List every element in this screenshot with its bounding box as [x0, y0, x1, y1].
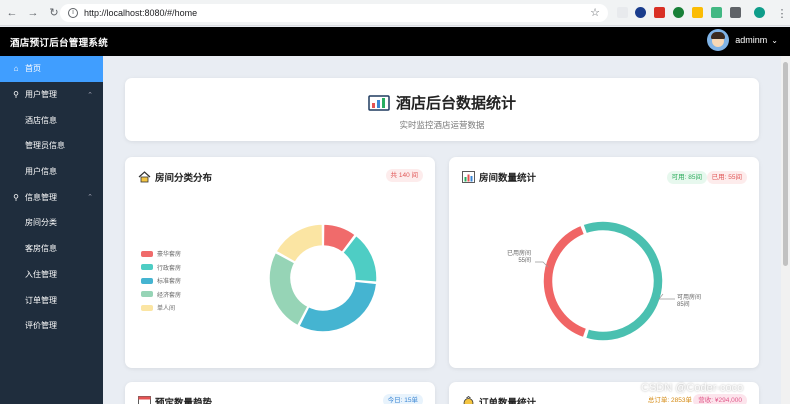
panel-title: 预定数量趋势 — [138, 395, 212, 404]
sidebar-item[interactable]: 评价管理 — [0, 313, 103, 339]
chart-icon — [138, 396, 151, 404]
hero-title-text: 酒店后台数据统计 — [395, 95, 516, 112]
sidebar-item-label: 评价管理 — [25, 321, 57, 331]
chart-board-icon — [368, 94, 390, 111]
username[interactable]: adminm — [735, 35, 767, 45]
main-content: 酒店后台数据统计 实时监控酒店运营数据 房间分类分布 共 140 间 豪华套房行… — [103, 56, 781, 404]
extension-icon[interactable] — [692, 7, 703, 18]
room-type-panel: 房间分类分布 共 140 间 豪华套房 行政套房 标准套房 经济套房 单人间 — [125, 157, 435, 368]
sidebar-item[interactable]: 订单管理 — [0, 287, 103, 313]
extension-icon[interactable] — [617, 7, 628, 18]
browser-toolbar: ← → ↻ i http://localhost:8080/#/home ☆ ⋮ — [0, 0, 790, 26]
donut-slice[interactable] — [297, 280, 378, 333]
panel-title: 订单数量统计 — [462, 395, 536, 404]
donut-slice[interactable] — [542, 224, 588, 339]
url-text: http://localhost:8080/#/home — [84, 8, 198, 18]
sidebar-item[interactable]: ⚲ 信息管理 ⌃ — [0, 184, 103, 210]
sidebar-item[interactable]: 客房信息 — [0, 236, 103, 262]
user-menu[interactable]: adminm ⌄ — [707, 29, 778, 51]
back-icon[interactable]: ← — [3, 4, 21, 22]
bookmark-star-icon[interactable]: ☆ — [590, 6, 600, 19]
sidebar-item[interactable]: 房间分类 — [0, 210, 103, 236]
money-bag-icon — [463, 396, 474, 404]
total-orders-badge: 总订单: 2853单 — [647, 397, 692, 404]
sidebar-item-label: 客房信息 — [25, 244, 57, 254]
avatar[interactable] — [707, 29, 730, 51]
extension-icon[interactable] — [635, 7, 646, 18]
sidebar-item-label: 管理员信息 — [25, 141, 65, 151]
sidebar-item[interactable]: 入住管理 — [0, 262, 103, 288]
watermark: CSDN @Coder-coco — [641, 382, 744, 394]
home-icon: ⌂ — [13, 64, 19, 74]
app-header: 酒店预订后台管理系统 adminm ⌄ — [0, 27, 790, 56]
extension-icon[interactable] — [711, 7, 722, 18]
today-orders-badge: 今日: 15单 — [382, 394, 423, 404]
sidebar-item-label: 首页 — [25, 64, 41, 74]
sidebar-item-label: 订单管理 — [25, 295, 57, 305]
site-info-icon[interactable]: i — [68, 8, 78, 18]
sidebar: ⌂ 首页 ⚲ 用户管理 ⌃ 酒店信息管理员信息用户信息 ⚲ 信息管理 ⌃ 房间分类客房信息入住管理… — [0, 56, 103, 404]
extension-icon[interactable] — [673, 7, 684, 18]
donut-slice[interactable] — [581, 220, 664, 342]
hero-subtitle: 实时监控酒店运营数据 — [399, 120, 485, 130]
sidebar-item[interactable]: ⌂ 首页 — [0, 56, 103, 82]
scrollbar-thumb[interactable] — [783, 62, 788, 266]
user-icon: ⚲ — [13, 90, 19, 100]
booking-trend-panel: 预定数量趋势 今日: 15单 — [125, 382, 435, 404]
browser-menu-icon[interactable]: ⋮ — [773, 4, 790, 22]
sidebar-item-label: 用户信息 — [25, 167, 57, 177]
sidebar-item-label: 入住管理 — [25, 269, 57, 279]
room-type-donut-chart — [268, 223, 378, 333]
room-count-panel: 房间数量统计 可用: 85间 已用: 55间 已用房间 55间 可用房间 85间 — [449, 157, 759, 368]
user-icon: ⚲ — [13, 192, 19, 202]
sidebar-item[interactable]: 用户信息 — [0, 159, 103, 185]
address-bar[interactable]: i http://localhost:8080/#/home ☆ — [60, 4, 608, 22]
sidebar-item-label: 用户管理 — [25, 90, 57, 100]
revenue-badge: 营收: ¥294,000 — [693, 394, 747, 404]
sidebar-item-label: 酒店信息 — [25, 115, 57, 125]
extensions-puzzle-icon[interactable] — [730, 7, 741, 18]
profile-icon[interactable] — [754, 7, 765, 18]
forward-icon[interactable]: → — [24, 4, 42, 22]
hero-card: 酒店后台数据统计 实时监控酒店运营数据 — [125, 78, 759, 141]
chevron-up-icon: ⌃ — [87, 194, 93, 202]
chevron-up-icon: ⌃ — [87, 91, 93, 99]
sidebar-item[interactable]: 酒店信息 — [0, 107, 103, 133]
donut-slice[interactable] — [268, 251, 310, 327]
sidebar-item-label: 信息管理 — [25, 192, 57, 202]
available-rooms-label: 可用房间 85间 — [677, 295, 702, 308]
app-title: 酒店预订后台管理系统 — [10, 37, 109, 49]
extension-icon[interactable] — [654, 7, 665, 18]
used-rooms-label: 已用房间 55间 — [506, 251, 531, 264]
sidebar-item-label: 房间分类 — [25, 218, 57, 228]
scrollbar[interactable] — [781, 56, 790, 404]
sidebar-item[interactable]: ⚲ 用户管理 ⌃ — [0, 82, 103, 108]
sidebar-item[interactable]: 管理员信息 — [0, 133, 103, 159]
page-title: 酒店后台数据统计 — [125, 92, 759, 113]
chevron-down-icon[interactable]: ⌄ — [771, 36, 778, 45]
